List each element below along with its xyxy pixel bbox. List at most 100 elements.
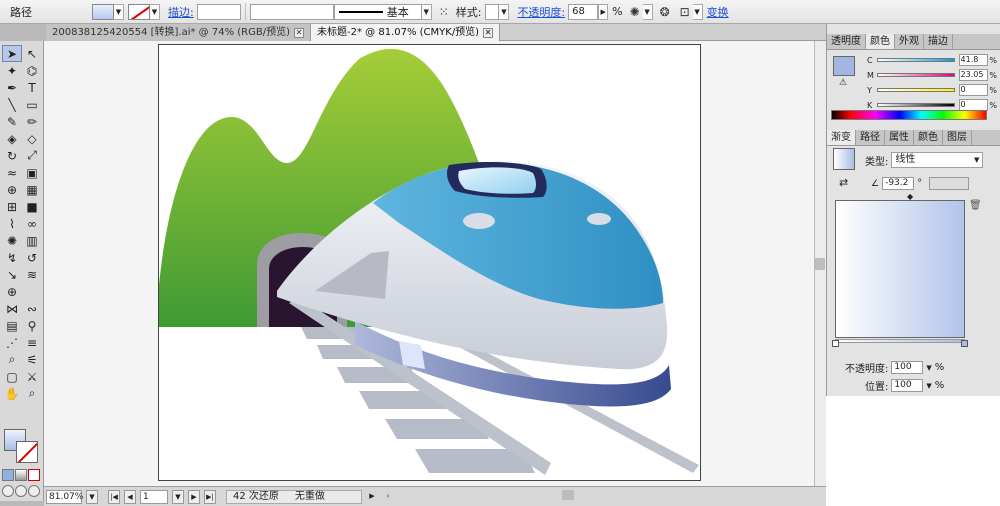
angle-input[interactable]: -93.2 <box>882 177 915 190</box>
pen-tool[interactable]: ✒ <box>2 79 22 96</box>
close-icon[interactable]: ✕ <box>294 27 304 38</box>
tab-color-2[interactable]: 颜色 <box>914 130 943 145</box>
prev-artboard-icon[interactable]: ◀ <box>124 489 136 504</box>
tab-pathfinder[interactable]: 路径 <box>856 130 885 145</box>
artboard[interactable] <box>158 44 701 481</box>
chevron-down-icon[interactable]: ▼ <box>642 3 653 20</box>
symbol-sprayer-tool[interactable]: ✺ <box>2 232 22 249</box>
line-tool[interactable]: ╲ <box>2 96 22 113</box>
channel-value-input[interactable]: 41.8 <box>958 54 989 66</box>
scale-tool[interactable]: ⤢ <box>22 147 42 164</box>
color-spectrum[interactable] <box>831 110 987 120</box>
eraser-red-tool[interactable]: ↘ <box>2 266 22 283</box>
blob-brush-tool[interactable]: ◈ <box>2 130 22 147</box>
knife-alt-tool[interactable]: ⚔ <box>22 368 42 385</box>
fill-swatch[interactable] <box>92 3 114 20</box>
free-transform-tool[interactable]: ▣ <box>22 164 42 181</box>
zoom-field[interactable]: 81.07% <box>46 489 83 504</box>
chevron-right-icon[interactable]: ▶ <box>598 3 609 20</box>
stroke-swatch[interactable] <box>128 3 150 20</box>
opacity-link[interactable]: 不透明度: <box>517 4 565 20</box>
direct-selection-tool[interactable]: ↖ <box>22 45 42 62</box>
train-illustration[interactable] <box>159 45 702 482</box>
color-mode-button[interactable] <box>2 469 14 481</box>
slice-tool[interactable]: ↺ <box>22 249 42 266</box>
color-swatch[interactable] <box>833 56 855 76</box>
gradient-tool[interactable]: ■ <box>22 198 42 215</box>
graphic-style-swatch[interactable] <box>485 3 500 20</box>
hand-tool[interactable]: ✋ <box>2 385 22 402</box>
chevron-down-icon[interactable]: ▼ <box>150 3 160 20</box>
perspective-grid-tool[interactable]: ▦ <box>22 181 42 198</box>
gradient-thumbnail[interactable] <box>833 148 855 170</box>
gradient-mode-button[interactable] <box>15 469 27 481</box>
tab-gradient[interactable]: 渐变 <box>827 130 856 145</box>
type-tool[interactable]: T <box>22 79 42 96</box>
list-tool[interactable]: ≡ <box>22 334 42 351</box>
chevron-down-icon[interactable]: ▼ <box>926 382 931 390</box>
shape-builder-tool[interactable]: ⊕ <box>2 181 22 198</box>
gradient-preview[interactable] <box>835 200 965 338</box>
play-icon[interactable]: ▶ <box>366 490 378 504</box>
gradient-stop-left[interactable] <box>832 340 839 347</box>
artboard-number-field[interactable]: 1 <box>140 489 168 504</box>
last-artboard-icon[interactable]: ▶| <box>204 489 216 504</box>
envelope-tool[interactable]: ⋈ <box>2 300 22 317</box>
chevron-down-icon[interactable]: ▼ <box>421 3 432 20</box>
chevron-down-icon[interactable]: ▼ <box>86 489 98 504</box>
scissors-tool[interactable]: ≋ <box>22 266 42 283</box>
eyedropper-alt-tool[interactable]: ⌕ <box>2 351 22 368</box>
variable-width-field[interactable] <box>249 3 334 20</box>
selection-tool[interactable]: ➤ <box>2 45 22 62</box>
tab-attributes[interactable]: 属性 <box>885 130 914 145</box>
measure-tool[interactable]: ⚟ <box>22 351 42 368</box>
globe-icon[interactable]: ❂ <box>657 4 673 20</box>
eyedropper-tool[interactable]: ⌇ <box>2 215 22 232</box>
gradient-slider[interactable] <box>835 339 965 343</box>
draw-normal-button[interactable] <box>2 485 14 497</box>
lasso-tool[interactable]: ⌬ <box>22 62 42 79</box>
graph-tool[interactable]: ▤ <box>2 317 22 334</box>
stroke-swatch[interactable] <box>16 441 38 463</box>
blend-tool[interactable]: ∞ <box>22 215 42 232</box>
horizontal-scroll-thumb[interactable] <box>562 490 574 500</box>
crop-tool[interactable]: ▢ <box>2 368 22 385</box>
gradient-stop-right[interactable] <box>961 340 968 347</box>
align-icon[interactable]: ⊡ <box>677 4 693 20</box>
gradient-type-select[interactable]: 线性 ▼ <box>891 152 984 168</box>
chevron-down-icon[interactable]: ▼ <box>172 489 184 504</box>
opacity-input[interactable]: 68 <box>568 3 599 20</box>
recolor-artwork-icon[interactable]: ✺ <box>627 4 643 20</box>
history-status[interactable]: 42 次还原 无重做 <box>226 489 362 504</box>
twirl-tool[interactable]: ∾ <box>22 300 42 317</box>
crosshair-tool[interactable]: ⊕ <box>2 283 22 300</box>
pencil-tool[interactable]: ✏ <box>22 113 42 130</box>
stroke-link[interactable]: 描边: <box>168 4 194 20</box>
reverse-gradient-icon[interactable]: ⇄ <box>839 176 848 189</box>
chevron-down-icon[interactable]: ▼ <box>114 3 124 20</box>
out-of-gamut-icon[interactable]: ⚠ <box>839 78 847 88</box>
transform-link[interactable]: 变换 <box>707 4 729 20</box>
none-mode-button[interactable] <box>28 469 40 481</box>
scroll-left-icon[interactable]: ‹ <box>382 490 394 504</box>
mesh-tool[interactable]: ⊞ <box>2 198 22 215</box>
first-artboard-icon[interactable]: |◀ <box>108 489 120 504</box>
channel-value-input[interactable]: 23.05 <box>958 69 989 81</box>
chevron-down-icon[interactable]: ▼ <box>926 364 931 372</box>
gradient-position-input[interactable]: 100 <box>891 379 924 392</box>
fill-stroke-control[interactable] <box>4 429 40 463</box>
artboard-tool[interactable]: ↯ <box>2 249 22 266</box>
knife-tool[interactable]: ⋰ <box>2 334 22 351</box>
channel-value-input[interactable]: 0 <box>958 84 989 96</box>
draw-behind-button[interactable] <box>15 485 27 497</box>
channel-slider[interactable] <box>876 58 955 62</box>
aspect-ratio-input[interactable] <box>929 177 970 190</box>
column-graph-tool[interactable]: ▥ <box>22 232 42 249</box>
gradient-opacity-input[interactable]: 100 <box>891 361 924 374</box>
chevron-down-icon[interactable]: ▼ <box>692 3 703 20</box>
channel-slider[interactable] <box>876 73 955 77</box>
grid-dots-icon[interactable]: ⁙ <box>436 4 452 20</box>
magic-wand-tool[interactable]: ✦ <box>2 62 22 79</box>
channel-slider[interactable] <box>876 88 955 92</box>
chevron-down-icon[interactable]: ▼ <box>499 3 510 20</box>
